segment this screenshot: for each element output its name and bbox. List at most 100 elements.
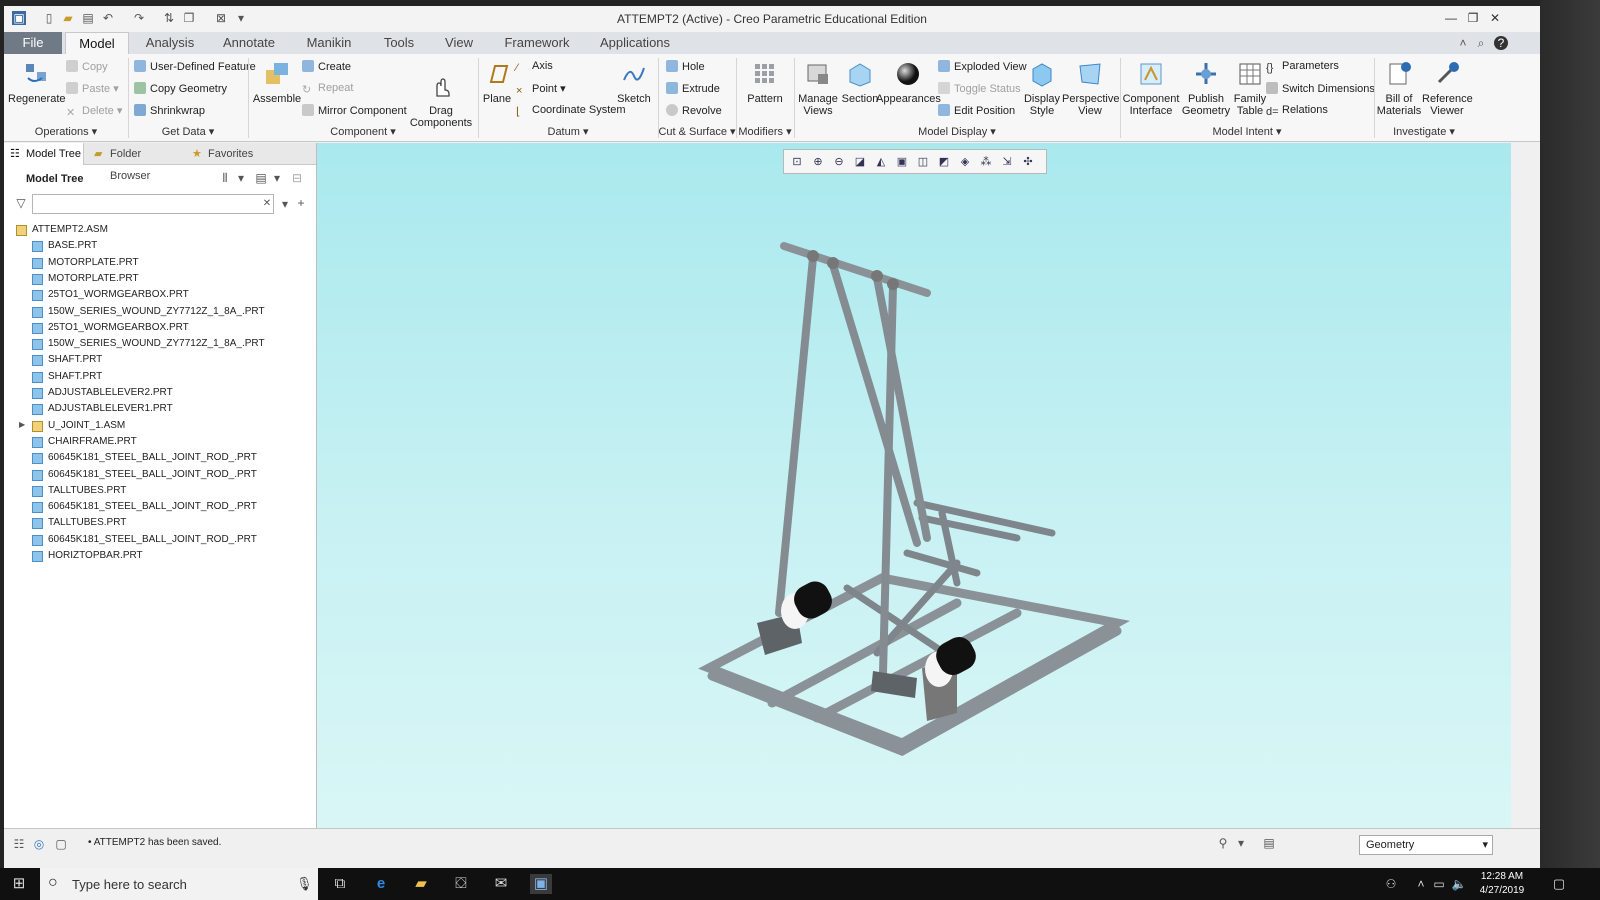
search-icon[interactable]: ⌕ <box>1474 36 1488 50</box>
store-icon[interactable]: ⛋ <box>450 874 472 894</box>
copy-geometry-button[interactable]: Copy Geometry <box>134 82 227 95</box>
group-datum[interactable]: Datum ▾ <box>478 124 658 140</box>
clear-search-icon[interactable]: ✕ <box>260 197 274 211</box>
component-interface-button[interactable]: Component Interface <box>1122 60 1180 117</box>
tree-item[interactable]: 150W_SERIES_WOUND_ZY7712Z_1_8A_.PRT <box>4 337 304 353</box>
browser-toggle-icon[interactable]: ◎ <box>32 837 46 851</box>
tree-item[interactable]: 150W_SERIES_WOUND_ZY7712Z_1_8A_.PRT <box>4 305 304 321</box>
tree-item[interactable]: 25TO1_WORMGEARBOX.PRT <box>4 321 304 337</box>
task-view-icon[interactable]: ⧉ <box>329 874 351 894</box>
file-explorer-icon[interactable]: ▰ <box>410 874 432 894</box>
reference-viewer-button[interactable]: Reference Viewer <box>1422 60 1473 117</box>
create-button[interactable]: Create <box>302 60 351 73</box>
tab-manikin[interactable]: Manikin <box>295 32 363 54</box>
tree-settings-dropdown-icon[interactable]: ▾ <box>270 171 284 185</box>
tab-tools[interactable]: Tools <box>372 32 426 54</box>
tree-item[interactable]: SHAFT.PRT <box>4 370 304 386</box>
group-model-intent[interactable]: Model Intent ▾ <box>1120 124 1374 140</box>
tree-item[interactable]: 60645K181_STEEL_BALL_JOINT_ROD_.PRT <box>4 451 304 467</box>
section-button[interactable]: Section <box>840 60 880 105</box>
edge-browser-icon[interactable]: e <box>370 874 392 894</box>
add-filter-icon[interactable]: + <box>294 196 308 210</box>
tab-file[interactable]: File <box>4 32 62 54</box>
group-model-display[interactable]: Model Display ▾ <box>794 124 1120 140</box>
udf-button[interactable]: User-Defined Feature <box>134 60 256 73</box>
filter-funnel-icon[interactable]: ▽ <box>14 196 28 210</box>
selection-list-icon[interactable]: ▤ <box>1262 836 1276 850</box>
display-style-button[interactable]: Display Style <box>1022 60 1062 117</box>
tree-item[interactable]: BASE.PRT <box>4 239 304 255</box>
expand-arrow-icon[interactable]: ▶ <box>19 420 25 429</box>
tab-folder-browser[interactable]: ▰ Folder Browser <box>88 143 184 182</box>
tab-framework[interactable]: Framework <box>495 32 579 54</box>
tree-item[interactable]: ADJUSTABLELEVER2.PRT <box>4 386 304 402</box>
tree-item[interactable]: SHAFT.PRT <box>4 353 304 369</box>
tree-item[interactable]: TALLTUBES.PRT <box>4 516 304 532</box>
tree-item[interactable]: ▶ U_JOINT_1.ASM <box>4 419 304 435</box>
volume-icon[interactable]: 🔈 <box>1448 874 1470 894</box>
group-investigate[interactable]: Investigate ▾ <box>1374 124 1474 140</box>
revolve-button[interactable]: Revolve <box>666 104 722 117</box>
tab-analysis[interactable]: Analysis <box>136 32 204 54</box>
help-icon[interactable]: ? <box>1494 36 1508 50</box>
minimize-button[interactable]: — <box>1440 8 1462 28</box>
copy-button[interactable]: Copy <box>66 60 108 73</box>
group-modifiers[interactable]: Modifiers ▾ <box>736 124 794 140</box>
tree-item[interactable]: MOTORPLATE.PRT <box>4 272 304 288</box>
microphone-icon[interactable]: 🎙 <box>296 876 313 892</box>
sketch-button[interactable]: Sketch <box>616 60 652 105</box>
creo-taskbar-icon[interactable]: ▣ <box>530 874 552 894</box>
people-icon[interactable]: ⚇ <box>1380 874 1402 894</box>
exploded-view-button[interactable]: Exploded View <box>938 60 1027 73</box>
navigator-toggle-icon[interactable]: ☷ <box>12 837 26 851</box>
tab-annotate[interactable]: Annotate <box>214 32 284 54</box>
repeat-button[interactable]: ↻ Repeat <box>302 82 353 96</box>
group-cut-surface[interactable]: Cut & Surface ▾ <box>658 124 736 140</box>
paste-button[interactable]: Paste ▾ <box>66 82 119 95</box>
taskbar-search-box[interactable]: ○ Type here to search 🎙 <box>40 868 318 900</box>
find-binoculars-icon[interactable]: ⚲ <box>1216 836 1230 850</box>
edit-position-button[interactable]: Edit Position <box>938 104 1015 117</box>
coordinate-system-button[interactable]: ⌊ Coordinate System <box>516 104 626 118</box>
publish-geometry-button[interactable]: Publish Geometry <box>1180 60 1232 117</box>
system-clock[interactable]: 12:28 AM 4/27/2019 <box>1472 870 1532 898</box>
tree-item[interactable]: 60645K181_STEEL_BALL_JOINT_ROD_.PRT <box>4 533 304 549</box>
mail-icon[interactable]: ✉ <box>490 874 512 894</box>
bill-of-materials-button[interactable]: Bill of Materials <box>1376 60 1422 117</box>
tab-favorites[interactable]: ★ Favorites <box>186 143 256 165</box>
tree-columns-dropdown-icon[interactable]: ▾ <box>234 171 248 185</box>
collapse-ribbon-icon[interactable]: ˄ <box>1456 36 1470 50</box>
maximize-button[interactable]: ❐ <box>1462 8 1484 28</box>
selection-filter-select[interactable]: Geometry ▾ <box>1359 835 1493 855</box>
appearances-button[interactable]: Appearances <box>876 60 941 105</box>
tree-item[interactable]: 25TO1_WORMGEARBOX.PRT <box>4 288 304 304</box>
axis-button[interactable]: ⁄ Axis <box>516 60 553 74</box>
toggle-status-button[interactable]: Toggle Status <box>938 82 1021 95</box>
plane-button[interactable]: Plane <box>480 60 514 105</box>
extrude-button[interactable]: Extrude <box>666 82 720 95</box>
delete-button[interactable]: ✕ Delete ▾ <box>66 104 122 119</box>
find-dropdown-icon[interactable]: ▾ <box>1234 836 1248 850</box>
tree-item[interactable]: TALLTUBES.PRT <box>4 484 304 500</box>
group-component[interactable]: Component ▾ <box>248 124 478 140</box>
windows-start-icon[interactable]: ⊞ <box>8 874 30 894</box>
assemble-button[interactable]: Assemble <box>250 60 304 105</box>
full-screen-icon[interactable]: ▢ <box>54 837 68 851</box>
pattern-button[interactable]: Pattern <box>738 60 792 105</box>
notifications-icon[interactable]: ▢ <box>1548 874 1570 894</box>
shrinkwrap-button[interactable]: Shrinkwrap <box>134 104 205 117</box>
close-button[interactable]: ✕ <box>1484 8 1506 28</box>
tree-item[interactable]: 60645K181_STEEL_BALL_JOINT_ROD_.PRT <box>4 500 304 516</box>
regenerate-button[interactable]: Regenerate <box>8 60 66 105</box>
tab-view[interactable]: View <box>434 32 484 54</box>
tree-root-item[interactable]: ATTEMPT2.ASM <box>4 223 304 239</box>
hole-button[interactable]: Hole <box>666 60 705 73</box>
tree-item[interactable]: MOTORPLATE.PRT <box>4 256 304 272</box>
relations-button[interactable]: d= Relations <box>1266 104 1328 118</box>
tree-item[interactable]: HORIZTOPBAR.PRT <box>4 549 304 565</box>
manage-views-button[interactable]: Manage Views <box>796 60 840 117</box>
family-table-button[interactable]: Family Table <box>1230 60 1270 117</box>
search-options-dropdown-icon[interactable]: ▾ <box>278 197 292 211</box>
tree-settings-icon[interactable]: ▤ <box>254 171 268 185</box>
group-operations[interactable]: Operations ▾ <box>4 124 128 140</box>
